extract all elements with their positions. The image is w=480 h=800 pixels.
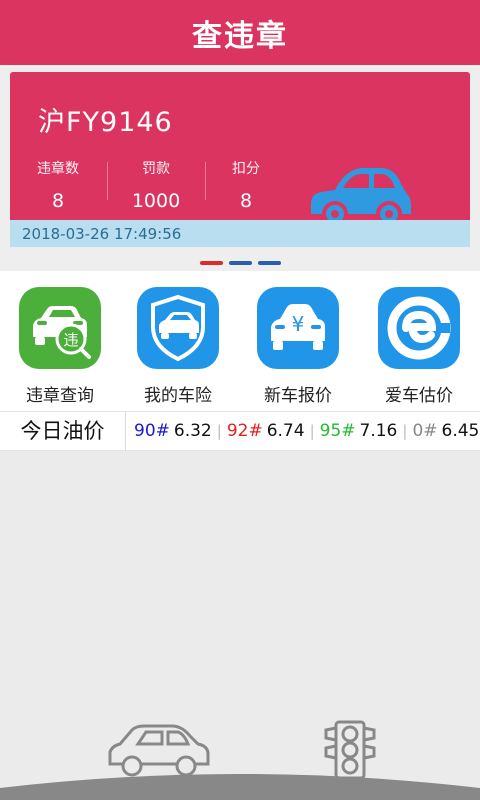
quick-label: 违章查询 bbox=[26, 386, 94, 406]
oil-price-title: 今日油价 bbox=[0, 411, 126, 451]
update-time: 2018-03-26 17:49:56 bbox=[10, 220, 470, 247]
pager-dot-active[interactable] bbox=[199, 261, 223, 265]
stat-value: 1000 bbox=[131, 190, 181, 212]
stat-value: 8 bbox=[51, 190, 65, 212]
pager-dot[interactable] bbox=[257, 261, 281, 265]
quick-actions: 违 违章查询 我的车险 ¥ 新车报价 爱车估价 bbox=[0, 271, 480, 411]
stat-fine: 罚款 1000 bbox=[108, 158, 204, 212]
stat-label: 违章数 bbox=[37, 161, 79, 177]
violation-car-icon: 违 bbox=[19, 287, 101, 369]
quick-label: 新车报价 bbox=[264, 386, 332, 406]
stat-label: 扣分 bbox=[232, 161, 260, 177]
oil-separator: | bbox=[216, 422, 222, 440]
quick-car-valuation[interactable]: 爱车估价 bbox=[359, 287, 479, 406]
pager-dots bbox=[0, 261, 480, 265]
quick-violation-query[interactable]: 违 违章查询 bbox=[0, 287, 120, 406]
vehicle-card-area: 沪FY9146 违章数 8 罚款 1000 扣分 8 2018-03-26 17… bbox=[0, 65, 480, 271]
stat-points: 扣分 8 bbox=[198, 158, 294, 212]
stat-value: 8 bbox=[239, 190, 253, 212]
quick-label: 我的车险 bbox=[144, 386, 212, 406]
oil-separator: | bbox=[309, 422, 315, 440]
oil-price: 6.32 bbox=[173, 421, 212, 441]
quick-my-insurance[interactable]: 我的车险 bbox=[118, 287, 238, 406]
outline-car-icon bbox=[108, 724, 210, 777]
vehicle-card[interactable]: 沪FY9146 违章数 8 罚款 1000 扣分 8 2018-03-26 17… bbox=[10, 72, 470, 247]
oil-separator: | bbox=[402, 422, 408, 440]
plate-number: 沪FY9146 bbox=[38, 107, 173, 138]
road-illustration bbox=[0, 720, 480, 800]
oil-grade: 0# bbox=[412, 421, 438, 441]
oil-price-bar: 今日油价 90# 6.32 | 92# 6.74 | 95# 7.16 | 0#… bbox=[0, 411, 480, 451]
oil-price: 7.16 bbox=[359, 421, 398, 441]
page-title: 查违章 bbox=[192, 18, 288, 54]
stat-label: 罚款 bbox=[142, 161, 170, 177]
pager-dot[interactable] bbox=[228, 261, 252, 265]
top-bar: 查违章 bbox=[0, 0, 480, 65]
oil-price: 6.74 bbox=[266, 421, 305, 441]
oil-grade: 95# bbox=[319, 421, 356, 441]
stat-violations: 违章数 8 bbox=[10, 158, 106, 212]
quick-label: 爱车估价 bbox=[385, 386, 453, 406]
quick-new-car-price[interactable]: ¥ 新车报价 bbox=[238, 287, 358, 406]
svg-text:违: 违 bbox=[63, 331, 78, 349]
oil-price: 6.45 bbox=[441, 421, 480, 441]
oil-grade: 90# bbox=[134, 421, 170, 441]
insurance-shield-car-icon bbox=[137, 287, 219, 369]
evaluation-e-icon bbox=[378, 287, 460, 369]
oil-grade: 92# bbox=[226, 421, 263, 441]
svg-text:¥: ¥ bbox=[292, 312, 305, 336]
price-car-icon: ¥ bbox=[257, 287, 339, 369]
oil-price-list: 90# 6.32 | 92# 6.74 | 95# 7.16 | 0# 6.45 bbox=[126, 421, 479, 441]
